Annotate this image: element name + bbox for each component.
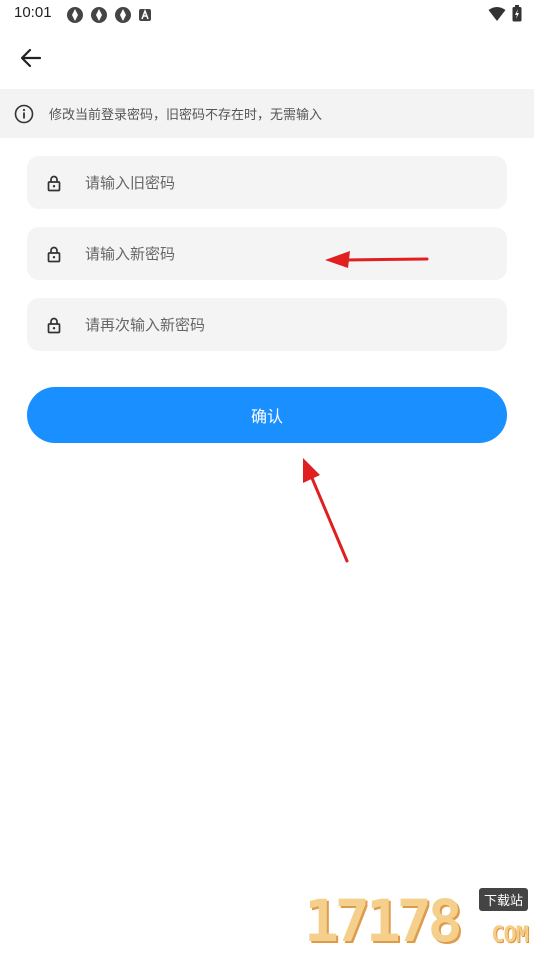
lock-icon (45, 245, 63, 263)
confirm-button[interactable]: 确认 (27, 387, 507, 443)
confirm-button-label: 确认 (250, 407, 283, 426)
new-password-input[interactable] (83, 232, 447, 275)
a-badge-icon (139, 8, 151, 21)
status-bar: 10:01 (0, 0, 534, 28)
battery-icon (512, 5, 522, 22)
wifi-icon (488, 6, 506, 21)
notice-banner: 修改当前登录密码，旧密码不存在时，无需输入 (0, 89, 534, 138)
watermark-digits: 17178 (304, 887, 463, 955)
status-time: 10:01 (14, 4, 52, 21)
notification-icons (66, 6, 152, 24)
old-password-field[interactable] (27, 156, 507, 209)
watermark-logo: 17178 下载站 COM (304, 887, 530, 955)
watermark-tag: 下载站 (478, 888, 528, 911)
notice-text: 修改当前登录密码，旧密码不存在时，无需输入 (49, 108, 323, 123)
back-button[interactable] (14, 42, 48, 74)
info-icon (14, 104, 34, 124)
confirm-password-input[interactable] (83, 303, 447, 346)
lock-icon (45, 174, 63, 192)
app-icon (91, 7, 107, 23)
new-password-field[interactable] (27, 227, 507, 280)
system-icons (488, 5, 522, 22)
arrow-left-icon (20, 48, 42, 68)
lock-icon (45, 316, 63, 334)
old-password-input[interactable] (83, 161, 447, 204)
annotation-arrow-diagonal (303, 458, 349, 563)
confirm-password-field[interactable] (27, 298, 507, 351)
app-icon (115, 7, 131, 23)
watermark-suffix: COM (491, 923, 529, 948)
app-icon (67, 7, 83, 23)
annotation-arrows (303, 251, 429, 563)
